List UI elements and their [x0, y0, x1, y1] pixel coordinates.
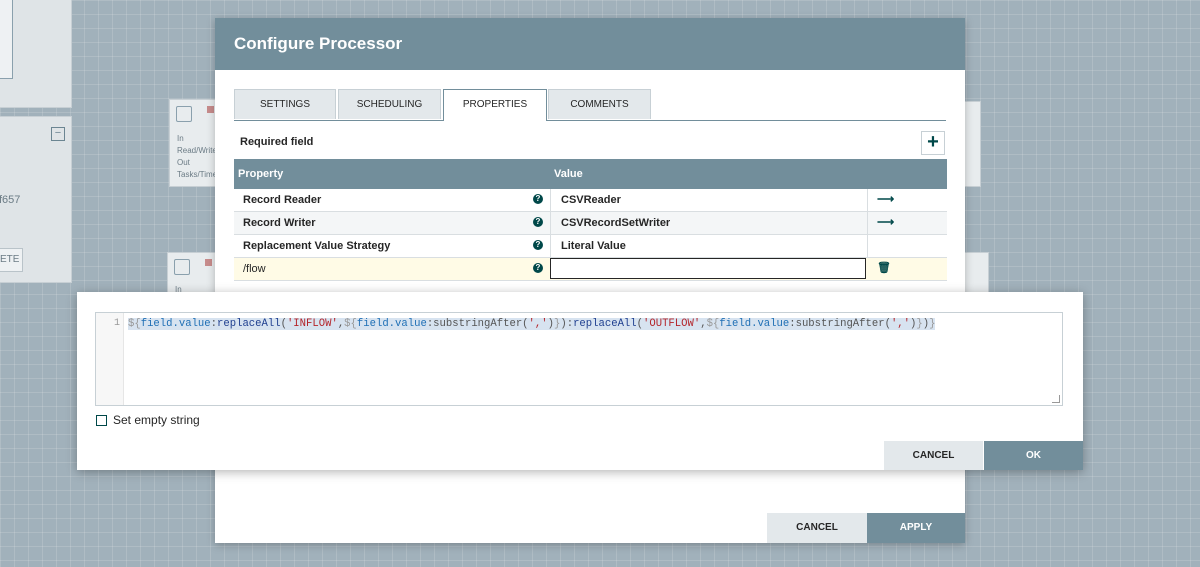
- help-icon[interactable]: ?: [533, 263, 543, 273]
- processor-icon: [176, 106, 192, 122]
- code-line[interactable]: ${field.value:replaceAll('INFLOW',${fiel…: [128, 318, 936, 330]
- plus-icon: +: [927, 131, 939, 153]
- go-to-arrow-icon[interactable]: ⟶: [877, 215, 894, 229]
- set-empty-string-checkbox[interactable]: [96, 415, 107, 426]
- table-row[interactable]: Record Reader ? CSVReader ⟶: [234, 189, 947, 212]
- property-name: Replacement Value Strategy: [243, 240, 391, 252]
- required-field-label: Required field: [240, 136, 314, 148]
- tab-settings[interactable]: SETTINGS: [234, 89, 336, 119]
- line-number: 1: [113, 318, 120, 329]
- delete-icon[interactable]: 🗑: [877, 261, 891, 274]
- table-header: Property Value: [234, 159, 947, 189]
- expression-text[interactable]: ${field.value:replaceAll('INFLOW',${fiel…: [128, 318, 936, 330]
- tab-comments[interactable]: COMMENTS: [548, 89, 651, 119]
- delete-button-fragment: ETE: [0, 248, 23, 272]
- value-editor-popup: 1 ${field.value:replaceAll('INFLOW',${fi…: [77, 292, 1083, 470]
- property-value[interactable]: Literal Value: [561, 240, 626, 252]
- table-row[interactable]: Replacement Value Strategy ? Literal Val…: [234, 235, 947, 258]
- stat-label: Tasks/Time: [177, 170, 218, 179]
- column-header-property: Property: [238, 168, 284, 180]
- column-header-value: Value: [554, 168, 583, 180]
- property-name: Record Writer: [243, 217, 316, 229]
- tab-properties[interactable]: PROPERTIES: [443, 89, 547, 121]
- tab-bar: SETTINGS SCHEDULING PROPERTIES COMMENTS: [234, 89, 946, 121]
- canvas-component-inner: [0, 0, 13, 79]
- editor-cancel-button[interactable]: CANCEL: [884, 441, 983, 470]
- go-to-arrow-icon[interactable]: ⟶: [877, 192, 894, 206]
- help-icon[interactable]: ?: [533, 240, 543, 250]
- table-row[interactable]: /flow ? 🗑: [234, 258, 947, 281]
- set-empty-string-label: Set empty string: [113, 413, 200, 427]
- canvas-processor-edge: [963, 101, 981, 187]
- property-name: /flow: [243, 263, 266, 275]
- dialog-title: Configure Processor: [215, 18, 965, 70]
- properties-table: Property Value Record Reader ? CSVReader…: [234, 159, 947, 281]
- stopped-icon: [205, 259, 212, 266]
- help-icon[interactable]: ?: [533, 194, 543, 204]
- tab-scheduling[interactable]: SCHEDULING: [338, 89, 441, 119]
- stat-label: Out: [177, 158, 190, 167]
- stopped-icon: [207, 106, 214, 113]
- line-gutter: 1: [96, 313, 124, 405]
- code-editor[interactable]: 1 ${field.value:replaceAll('INFLOW',${fi…: [95, 312, 1063, 406]
- table-row[interactable]: Record Writer ? CSVRecordSetWriter ⟶: [234, 212, 947, 235]
- help-icon[interactable]: ?: [533, 217, 543, 227]
- property-value[interactable]: CSVRecordSetWriter: [561, 217, 670, 229]
- stat-label: Read/Write: [177, 146, 217, 155]
- property-value[interactable]: CSVReader: [561, 194, 621, 206]
- collapse-icon: −: [51, 127, 65, 141]
- component-id: f657: [0, 194, 21, 206]
- property-value-editing[interactable]: [550, 258, 866, 279]
- canvas-component: [0, 0, 72, 108]
- add-property-button[interactable]: +: [921, 131, 945, 155]
- resize-handle[interactable]: [1052, 395, 1060, 403]
- cancel-button[interactable]: CANCEL: [767, 513, 867, 543]
- property-name: Record Reader: [243, 194, 322, 206]
- canvas-process-group: − f657 ETE: [0, 116, 72, 283]
- processor-icon: [174, 259, 190, 275]
- editor-ok-button[interactable]: OK: [984, 441, 1083, 470]
- stat-label: In: [177, 134, 184, 143]
- apply-button[interactable]: APPLY: [867, 513, 965, 543]
